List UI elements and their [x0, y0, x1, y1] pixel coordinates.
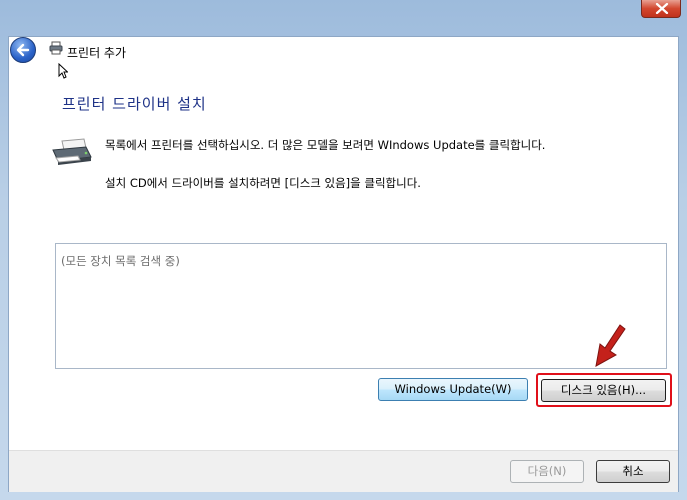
close-icon [655, 3, 669, 14]
have-disk-button[interactable]: 디스크 있음(H)... [541, 379, 666, 402]
back-button[interactable] [10, 37, 36, 63]
printer-icon [49, 41, 63, 55]
windows-update-button[interactable]: Windows Update(W) [378, 378, 528, 401]
title-bar[interactable] [0, 0, 687, 36]
instruction-select-printer: 목록에서 프린터를 선택하십시오. 더 많은 모델을 보려면 WIndows U… [105, 138, 546, 152]
back-arrow-icon [16, 43, 30, 57]
list-status-text: (모든 장치 목록 검색 중) [61, 254, 180, 268]
cancel-button[interactable]: 취소 [596, 460, 670, 483]
mouse-cursor-icon [58, 63, 68, 79]
instruction-have-disk: 설치 CD에서 드라이버를 설치하려면 [디스크 있음]을 클릭합니다. [105, 176, 421, 190]
printer-icon [52, 138, 92, 165]
printer-driver-list[interactable]: (모든 장치 목록 검색 중) [55, 243, 667, 369]
next-button[interactable]: 다음(N) [510, 460, 584, 483]
wizard-title: 프린터 추가 [67, 46, 127, 60]
red-annotation-arrow-icon [595, 324, 626, 367]
close-button[interactable] [641, 0, 681, 18]
page-heading: 프린터 드라이버 설치 [62, 95, 207, 113]
